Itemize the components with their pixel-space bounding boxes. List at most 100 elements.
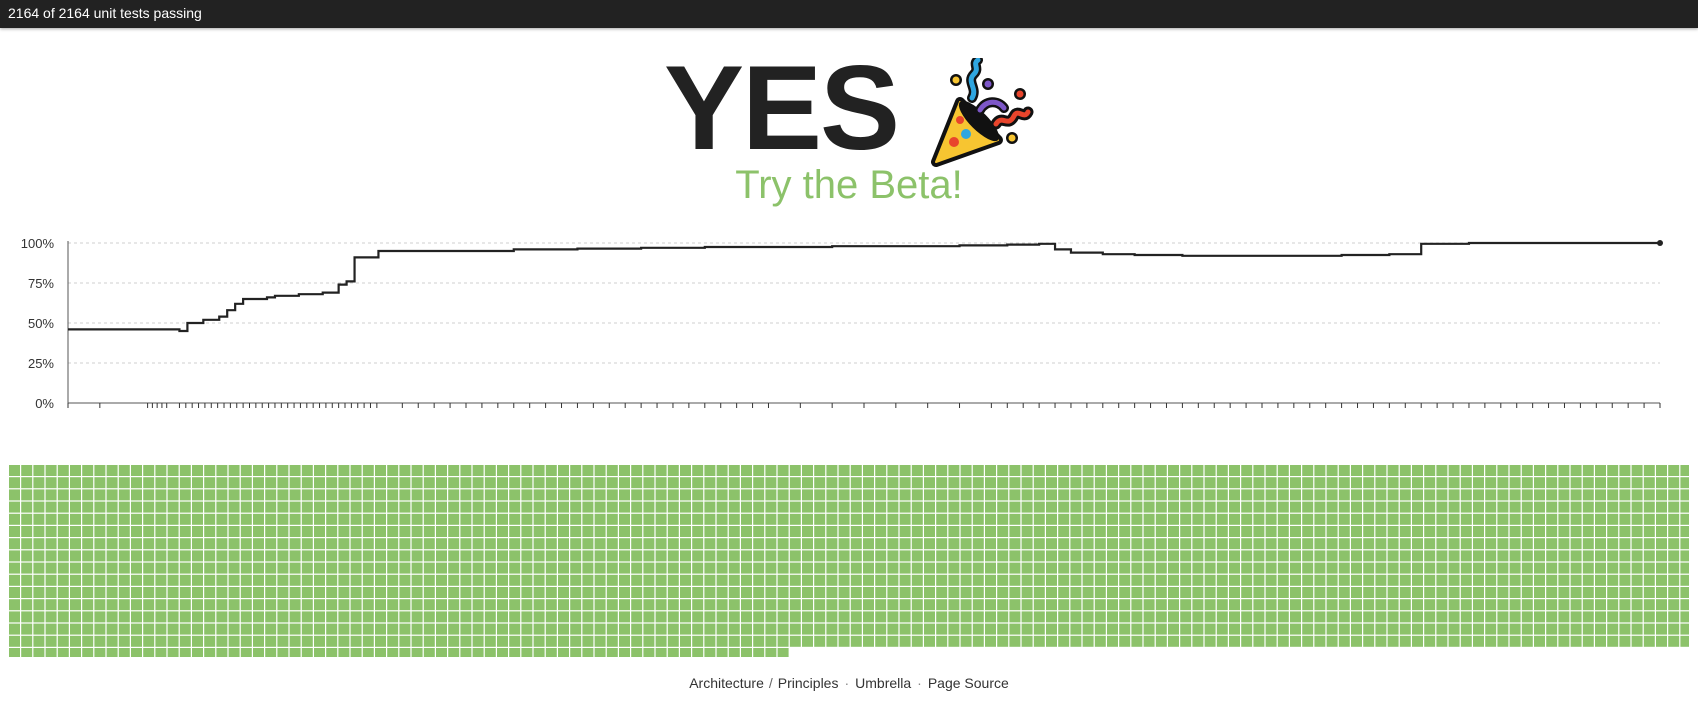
test-cell[interactable]: [1180, 587, 1192, 598]
test-cell[interactable]: [1412, 611, 1423, 623]
test-cell[interactable]: [570, 635, 582, 647]
test-cell[interactable]: [960, 550, 972, 562]
test-cell[interactable]: [545, 599, 557, 611]
test-cell[interactable]: [1448, 526, 1460, 537]
test-cell[interactable]: [680, 538, 691, 550]
test-cell[interactable]: [192, 599, 203, 611]
test-cell[interactable]: [1131, 623, 1143, 635]
test-cell[interactable]: [387, 501, 399, 513]
test-cell[interactable]: [875, 623, 887, 635]
test-cell[interactable]: [863, 550, 874, 562]
test-cell[interactable]: [789, 587, 801, 598]
test-cell[interactable]: [1656, 513, 1667, 525]
test-cell[interactable]: [1448, 562, 1460, 574]
test-cell[interactable]: [1521, 587, 1533, 598]
test-cell[interactable]: [606, 489, 618, 501]
test-cell[interactable]: [606, 587, 618, 598]
test-cell[interactable]: [33, 538, 45, 550]
test-cell[interactable]: [570, 648, 582, 657]
test-cell[interactable]: [1546, 587, 1558, 598]
test-cell[interactable]: [692, 611, 704, 623]
test-cell[interactable]: [1338, 489, 1350, 501]
test-cell[interactable]: [448, 526, 460, 537]
test-cell[interactable]: [838, 587, 850, 598]
test-cell[interactable]: [1497, 574, 1509, 586]
test-cell[interactable]: [253, 550, 264, 562]
test-cell[interactable]: [1448, 550, 1460, 562]
test-cell[interactable]: [118, 465, 130, 476]
test-cell[interactable]: [826, 489, 838, 501]
test-cell[interactable]: [1497, 477, 1509, 489]
test-cell[interactable]: [1668, 538, 1680, 550]
test-cell[interactable]: [814, 550, 826, 562]
test-cell[interactable]: [655, 513, 667, 525]
test-cell[interactable]: [1192, 513, 1204, 525]
test-cell[interactable]: [1290, 611, 1301, 623]
test-cell[interactable]: [887, 538, 899, 550]
test-cell[interactable]: [1192, 574, 1204, 586]
test-cell[interactable]: [606, 635, 618, 647]
test-cell[interactable]: [1351, 587, 1362, 598]
test-cell[interactable]: [228, 648, 240, 657]
test-cell[interactable]: [789, 538, 801, 550]
test-cell[interactable]: [777, 562, 789, 574]
test-cell[interactable]: [1582, 623, 1594, 635]
test-cell[interactable]: [1619, 550, 1631, 562]
test-cell[interactable]: [1497, 611, 1509, 623]
test-cell[interactable]: [631, 550, 643, 562]
test-cell[interactable]: [1058, 587, 1070, 598]
test-cell[interactable]: [362, 611, 374, 623]
test-cell[interactable]: [1338, 623, 1350, 635]
test-cell[interactable]: [826, 538, 838, 550]
test-cell[interactable]: [1363, 501, 1375, 513]
test-cell[interactable]: [1521, 562, 1533, 574]
test-cell[interactable]: [643, 635, 655, 647]
test-cell[interactable]: [1656, 587, 1667, 598]
test-cell[interactable]: [1619, 623, 1631, 635]
test-cell[interactable]: [728, 611, 740, 623]
test-cell[interactable]: [375, 587, 386, 598]
test-cell[interactable]: [106, 562, 118, 574]
test-cell[interactable]: [1534, 587, 1545, 598]
test-cell[interactable]: [472, 477, 484, 489]
test-cell[interactable]: [1204, 477, 1216, 489]
test-cell[interactable]: [741, 635, 752, 647]
test-cell[interactable]: [789, 635, 801, 647]
test-cell[interactable]: [960, 489, 972, 501]
test-cell[interactable]: [814, 465, 826, 476]
test-cell[interactable]: [1387, 623, 1399, 635]
test-cell[interactable]: [314, 550, 325, 562]
test-cell[interactable]: [753, 465, 765, 476]
test-cell[interactable]: [875, 526, 887, 537]
test-cell[interactable]: [94, 562, 106, 574]
test-cell[interactable]: [33, 477, 45, 489]
test-cell[interactable]: [21, 562, 33, 574]
test-cell[interactable]: [545, 587, 557, 598]
test-cell[interactable]: [533, 574, 545, 586]
test-cell[interactable]: [1265, 574, 1277, 586]
test-cell[interactable]: [70, 648, 81, 657]
test-cell[interactable]: [1058, 550, 1070, 562]
test-cell[interactable]: [948, 623, 960, 635]
test-cell[interactable]: [143, 526, 155, 537]
test-cell[interactable]: [887, 465, 899, 476]
test-cell[interactable]: [533, 477, 545, 489]
test-cell[interactable]: [924, 623, 935, 635]
test-cell[interactable]: [411, 538, 423, 550]
test-cell[interactable]: [1180, 611, 1192, 623]
test-cell[interactable]: [45, 574, 57, 586]
test-cell[interactable]: [680, 611, 691, 623]
test-cell[interactable]: [594, 477, 606, 489]
test-cell[interactable]: [1070, 635, 1082, 647]
test-cell[interactable]: [1558, 611, 1570, 623]
test-cell[interactable]: [521, 550, 533, 562]
test-cell[interactable]: [1338, 501, 1350, 513]
test-cell[interactable]: [362, 550, 374, 562]
test-cell[interactable]: [1582, 489, 1594, 501]
test-cell[interactable]: [1107, 623, 1118, 635]
test-cell[interactable]: [875, 513, 887, 525]
test-cell[interactable]: [1497, 489, 1509, 501]
test-cell[interactable]: [667, 501, 679, 513]
test-cell[interactable]: [863, 587, 874, 598]
test-cell[interactable]: [1131, 611, 1143, 623]
